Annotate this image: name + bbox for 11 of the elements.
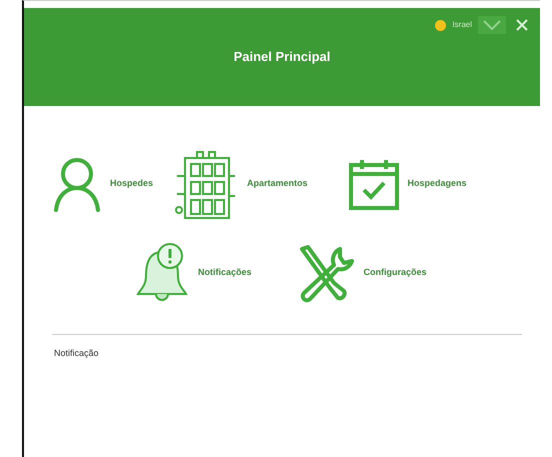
- menu-link[interactable]: Apartamentos: [247, 177, 308, 191]
- section-label: Notificação: [54, 347, 100, 360]
- menu-link[interactable]: Notificações: [198, 266, 252, 280]
- menu-link[interactable]: Hospedes: [110, 177, 154, 191]
- window-title: Painel Principal: [234, 48, 330, 66]
- menu-link[interactable]: Configurações: [364, 266, 427, 280]
- dropdown-button[interactable]: [478, 16, 506, 34]
- user-name: Israel: [452, 19, 472, 31]
- menu-link[interactable]: Hospedagens: [408, 177, 467, 191]
- bell-alert-icon: [134, 242, 190, 304]
- calendar-check-icon: [348, 157, 400, 211]
